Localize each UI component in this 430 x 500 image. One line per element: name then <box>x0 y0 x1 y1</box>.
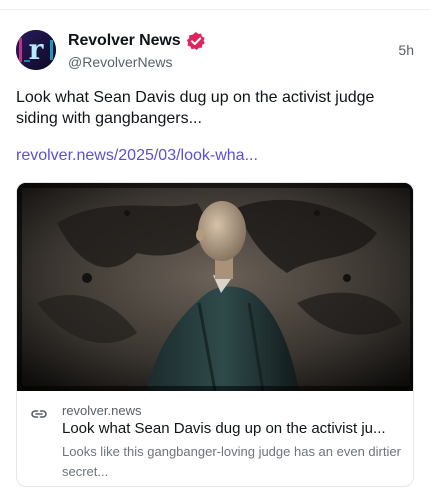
post-text: Look what Sean Davis dug up on the activ… <box>16 89 375 127</box>
timestamp[interactable]: 5h <box>398 42 414 58</box>
card-image[interactable] <box>17 183 413 391</box>
link-icon <box>30 405 48 423</box>
link-card[interactable]: revolver.news Look what Sean Davis dug u… <box>16 182 414 487</box>
card-domain: revolver.news <box>62 403 142 418</box>
author-block: Revolver News @RevolverNews <box>68 31 206 70</box>
avatar[interactable]: r <box>16 30 56 70</box>
card-title[interactable]: Look what Sean Davis dug up on the activ… <box>62 419 404 439</box>
post[interactable]: r Revolver News @RevolverNews 5h Look wh… <box>0 10 430 500</box>
post-link[interactable]: revolver.news/2025/03/look-wha... <box>16 147 258 165</box>
card-meta[interactable]: revolver.news Look what Sean Davis dug u… <box>17 391 413 486</box>
display-name[interactable]: Revolver News <box>68 32 181 50</box>
avatar-letter: r <box>29 33 45 66</box>
handle[interactable]: @RevolverNews <box>68 54 206 70</box>
verified-badge-icon <box>186 31 206 51</box>
card-description: Looks like this gangbanger-loving judge … <box>62 444 401 479</box>
top-divider <box>0 0 430 10</box>
